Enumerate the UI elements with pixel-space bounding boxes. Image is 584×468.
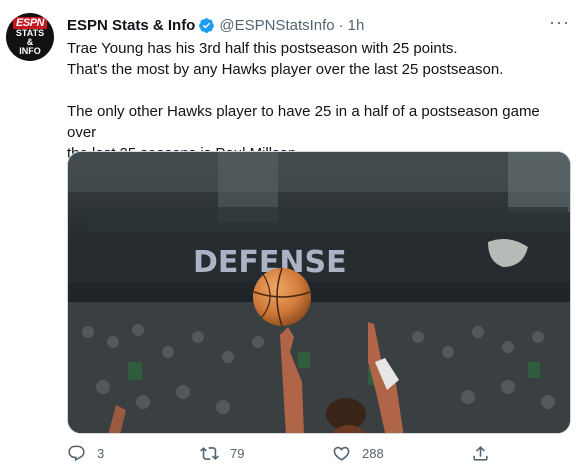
tweet-line-2: That's the most by any Hawks player over… — [67, 61, 504, 78]
espn-logo-text: ESPN — [13, 16, 47, 29]
like-icon — [333, 446, 350, 461]
separator-dot: · — [338, 16, 344, 34]
like-count: 288 — [362, 445, 384, 461]
retweet-icon — [200, 446, 219, 460]
tweet-text: Trae Young has his 3rd half this postsea… — [67, 38, 572, 164]
tweet-line-1: Trae Young has his 3rd half this postsea… — [67, 40, 458, 57]
tweet[interactable]: ESPN STATS & INFO ESPN Stats & Info @ESP… — [0, 0, 584, 468]
like-button[interactable]: 288 — [332, 441, 384, 465]
basketball-photo: DEFENSE — [68, 152, 570, 433]
reply-button[interactable]: 3 — [67, 441, 104, 465]
tweet-line-3: The only other Hawks player to have 25 i… — [67, 103, 540, 141]
tweet-header: ESPN Stats & Info @ESPNStatsInfo · 1h — [67, 14, 364, 36]
tweet-photo[interactable]: DEFENSE — [67, 151, 571, 434]
share-icon — [473, 445, 488, 461]
tweet-actions: 3 79 288 — [67, 441, 572, 465]
author-name[interactable]: ESPN Stats & Info — [67, 17, 195, 34]
avatar[interactable]: ESPN STATS & INFO — [6, 13, 54, 61]
retweet-button[interactable]: 79 — [200, 441, 244, 465]
author-handle[interactable]: @ESPNStatsInfo — [219, 17, 334, 34]
timestamp[interactable]: 1h — [348, 17, 365, 34]
retweet-count: 79 — [230, 445, 245, 461]
verified-badge-icon — [199, 17, 215, 33]
reply-icon — [68, 445, 85, 461]
share-button[interactable] — [471, 441, 501, 465]
logo-line-info: INFO — [19, 45, 41, 56]
more-icon[interactable]: ··· — [549, 12, 570, 32]
reply-count: 3 — [97, 445, 105, 461]
